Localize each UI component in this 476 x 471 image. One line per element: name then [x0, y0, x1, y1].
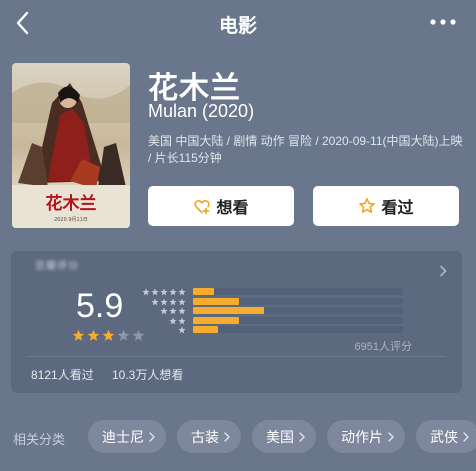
distribution-bar-fill — [193, 316, 240, 324]
distribution-row-5-star — [142, 288, 417, 296]
more-dots-icon[interactable] — [428, 12, 458, 32]
distribution-star-label — [151, 297, 186, 306]
star-filled-icon — [72, 329, 85, 341]
chevron-right-icon[interactable] — [438, 265, 448, 277]
movie-meta: 美国 中国大陆 / 剧情 动作 冒险 / 2020-09-11(中国大陆)上映 … — [148, 134, 463, 165]
distribution-bar-track — [193, 297, 403, 305]
mini-star-icon — [178, 288, 186, 296]
related-categories: 迪士尼 古装 美国 动作片 武侠 — [88, 420, 476, 453]
distribution-bar-track — [193, 288, 403, 295]
divider — [27, 356, 446, 357]
mini-star-icon — [178, 316, 186, 324]
watched-count: 8121人看过 — [31, 368, 94, 382]
want-to-watch-label: 想看 — [216, 200, 249, 217]
distribution-star-label — [142, 288, 186, 296]
distribution-bar-track — [193, 326, 403, 333]
star-outline-icon — [359, 198, 376, 213]
category-tag[interactable]: 武侠 — [416, 420, 476, 453]
distribution-bar-fill — [193, 288, 214, 295]
star-empty-icon — [117, 329, 130, 341]
want-to-watch-button[interactable]: 想看 — [148, 186, 294, 226]
chevron-right-icon — [224, 431, 230, 442]
poster-date-text: 2020 9月11日 — [54, 217, 88, 223]
distribution-row-1-star — [147, 326, 417, 334]
rating-score: 5.9 — [76, 287, 124, 325]
mini-star-icon — [169, 288, 177, 296]
rating-stars — [72, 329, 145, 342]
chevron-right-icon — [299, 431, 305, 442]
watched-button[interactable]: 看过 — [313, 186, 459, 226]
poster-title-text: 花木兰 — [46, 193, 97, 214]
star-empty-icon — [132, 329, 145, 341]
mini-star-icon — [160, 297, 168, 305]
distribution-bar-track — [193, 316, 403, 324]
mini-star-icon — [160, 288, 168, 296]
vote-count: 6951人评分 — [354, 341, 412, 353]
chevron-right-icon — [388, 431, 394, 442]
category-tag[interactable]: 美国 — [252, 420, 316, 453]
distribution-bar-fill — [193, 307, 265, 314]
category-tag-label: 动作片 — [341, 428, 383, 445]
star-filled-icon — [87, 329, 100, 341]
category-tag[interactable]: 古装 — [177, 420, 241, 453]
mini-star-icon — [142, 288, 150, 296]
distribution-bar-fill — [193, 297, 240, 305]
page-title: 电影 — [218, 16, 257, 37]
mini-star-icon — [178, 297, 186, 305]
movie-original-title: Mulan (2020) — [148, 101, 255, 121]
category-tag-label: 武侠 — [430, 428, 458, 445]
distribution-bar-fill — [193, 326, 219, 333]
category-tag-label: 迪士尼 — [102, 428, 144, 445]
distribution-bar-track — [193, 307, 403, 314]
poster-artwork: 花木兰 2020 9月11日 — [12, 63, 130, 228]
chevron-right-icon — [149, 431, 155, 442]
rating-card[interactable]: 豆瓣评分 5.9 6951人评分 8121人看过 10.3万人想看 — [11, 251, 462, 393]
star-filled-icon — [102, 329, 115, 341]
heart-plus-icon — [194, 199, 211, 215]
watched-label: 看过 — [381, 200, 414, 217]
distribution-star-label — [160, 307, 186, 315]
mini-star-icon — [169, 307, 177, 315]
mini-star-icon — [151, 288, 159, 296]
category-tag-label: 美国 — [266, 428, 294, 445]
distribution-row-4-star — [147, 297, 417, 306]
mini-star-icon — [169, 316, 177, 324]
distribution-star-label — [178, 326, 186, 334]
category-tag[interactable]: 动作片 — [327, 420, 405, 453]
wanted-count: 10.3万人想看 — [112, 368, 184, 382]
rating-source-label: 豆瓣评分 — [35, 261, 79, 272]
related-categories-label: 相关分类 — [13, 432, 66, 447]
distribution-star-label — [169, 316, 186, 325]
distribution-row-3-star — [147, 307, 417, 315]
category-tag[interactable]: 迪士尼 — [88, 420, 166, 453]
mini-star-icon — [178, 307, 186, 315]
distribution-row-2-star — [147, 316, 417, 325]
mini-star-icon — [169, 297, 177, 305]
top-bar: 电影 — [0, 0, 476, 46]
chevron-right-icon — [463, 431, 469, 442]
category-tag-label: 古装 — [191, 428, 219, 445]
mini-star-icon — [151, 297, 159, 305]
mini-star-icon — [160, 307, 168, 315]
mini-star-icon — [178, 326, 186, 334]
movie-poster[interactable]: 花木兰 2020 9月11日 — [12, 63, 130, 228]
